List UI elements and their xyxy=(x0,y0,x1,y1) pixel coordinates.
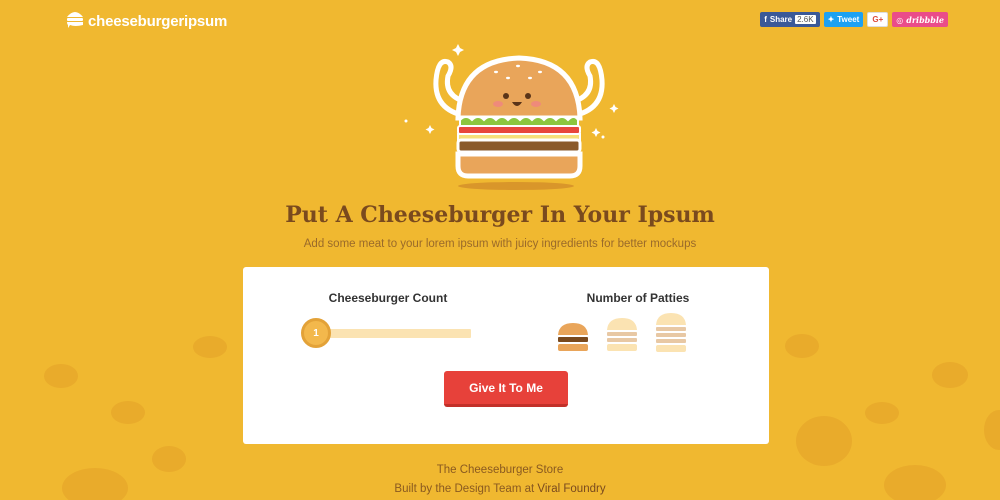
google-plus-label: G+ xyxy=(872,15,884,24)
burger-mascot-illustration xyxy=(400,40,630,197)
give-it-to-me-button[interactable]: Give It To Me xyxy=(444,371,568,407)
triple-patty-burger-icon xyxy=(655,313,687,358)
count-label: Cheeseburger Count xyxy=(328,291,448,305)
page-title: Put A Cheeseburger In Your Ipsum xyxy=(285,202,715,228)
dribbble-button[interactable]: ◎ dribbble xyxy=(892,12,948,27)
facebook-share-label: Share xyxy=(769,15,793,24)
count-value: 1 xyxy=(313,327,319,339)
bg-spot xyxy=(984,410,1000,450)
patty-option-2[interactable] xyxy=(606,317,638,358)
google-plus-button[interactable]: G+ xyxy=(867,12,889,27)
bg-spot xyxy=(111,401,145,424)
bg-spot xyxy=(785,334,819,358)
bg-spot xyxy=(865,402,899,424)
tweet-button[interactable]: ✦ Tweet xyxy=(823,12,864,27)
burger-logo-icon xyxy=(66,9,84,34)
footer-credit-line: Built by the Design Team at Viral Foundr… xyxy=(0,483,1000,495)
single-patty-burger-icon xyxy=(557,323,589,357)
count-slider-track[interactable] xyxy=(319,329,471,338)
facebook-icon: f xyxy=(764,15,767,24)
double-patty-burger-icon xyxy=(606,318,638,357)
share-buttons: f Share 2.6K ✦ Tweet G+ ◎ dribbble xyxy=(760,12,948,27)
patty-option-3[interactable] xyxy=(655,312,687,359)
patty-option-1[interactable] xyxy=(557,321,589,358)
footer-store-line: The Cheeseburger Store xyxy=(436,464,564,476)
bg-spot xyxy=(44,364,78,388)
facebook-share-count: 2.6K xyxy=(795,15,816,24)
patties-label: Number of Patties xyxy=(586,291,690,305)
bg-spot xyxy=(932,362,968,388)
page-subtitle: Add some meat to your lorem ipsum with j… xyxy=(303,238,697,250)
dribbble-icon: ◎ xyxy=(896,14,904,25)
tweet-label: Tweet xyxy=(837,15,860,24)
logo[interactable]: cheeseburgeripsum xyxy=(66,9,227,34)
dribbble-label: dribbble xyxy=(906,14,944,25)
footer-credit-prefix: Built by the Design Team at xyxy=(394,483,535,495)
count-slider-handle[interactable]: 1 xyxy=(301,318,331,348)
logo-text: cheeseburgeripsum xyxy=(88,13,228,30)
bg-spot xyxy=(796,416,852,466)
viral-foundry-link[interactable]: Viral Foundry xyxy=(537,483,605,495)
generator-card: Cheeseburger Count 1 Number of Patties G… xyxy=(243,267,769,444)
facebook-share-button[interactable]: f Share 2.6K xyxy=(760,12,820,27)
twitter-icon: ✦ xyxy=(827,15,835,24)
bg-spot xyxy=(193,336,227,358)
